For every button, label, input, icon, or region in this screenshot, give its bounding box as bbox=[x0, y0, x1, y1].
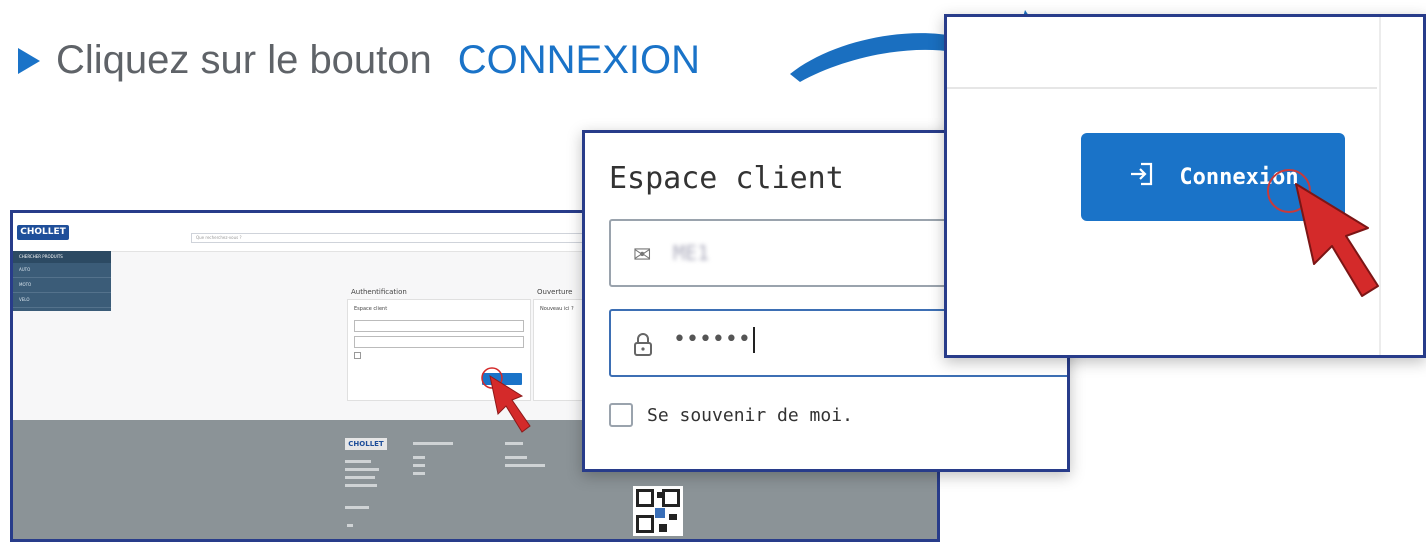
footer-logo: CHOLLET bbox=[345, 438, 387, 450]
footer-line bbox=[413, 442, 453, 445]
footer-line bbox=[413, 464, 425, 467]
footer-line bbox=[413, 472, 425, 475]
open-card-question: Nouveau ici ? bbox=[540, 306, 574, 312]
email-value: ME1 bbox=[673, 241, 710, 265]
footer-line bbox=[505, 464, 545, 467]
red-cursor-icon bbox=[1295, 183, 1379, 297]
login-title: Espace client bbox=[609, 161, 844, 196]
sidebar-item-auto[interactable]: AUTO bbox=[13, 263, 111, 278]
qr-code[interactable] bbox=[633, 486, 683, 536]
site-remember-checkbox[interactable] bbox=[354, 352, 361, 359]
site-sidebar: CHERCHER PRODUITS AUTO MOTO VELO bbox=[13, 251, 111, 311]
password-dots: •••••• bbox=[673, 327, 755, 353]
sidebar-item-velo[interactable]: VELO bbox=[13, 293, 111, 308]
sidebar-item-moto[interactable]: MOTO bbox=[13, 278, 111, 293]
login-arrow-icon bbox=[1127, 159, 1157, 196]
remember-me-row[interactable]: Se souvenir de moi. bbox=[609, 403, 853, 427]
red-cursor-icon bbox=[481, 367, 531, 433]
footer-social-icon[interactable] bbox=[347, 524, 353, 527]
panel-divider bbox=[947, 87, 1377, 89]
footer-line bbox=[505, 456, 527, 459]
instruction-highlight: CONNEXION bbox=[457, 38, 701, 82]
footer-line bbox=[345, 460, 371, 463]
footer-line bbox=[345, 506, 369, 509]
envelope-icon: ✉ bbox=[633, 243, 652, 268]
footer-line bbox=[413, 456, 425, 459]
lock-icon bbox=[633, 333, 653, 363]
footer-line bbox=[345, 476, 375, 479]
auth-section-title: Authentification bbox=[351, 288, 407, 296]
site-search-input[interactable]: Que recherchez-vous ? bbox=[191, 233, 611, 243]
site-email-field[interactable] bbox=[354, 320, 524, 332]
footer-line bbox=[505, 442, 523, 445]
open-section-title: Ouverture bbox=[537, 288, 573, 296]
remember-me-label: Se souvenir de moi. bbox=[647, 404, 853, 426]
site-logo: CHOLLET bbox=[17, 225, 69, 240]
remember-me-checkbox[interactable] bbox=[609, 403, 633, 427]
text-caret bbox=[752, 327, 755, 353]
footer-line bbox=[345, 468, 379, 471]
site-password-field[interactable] bbox=[354, 336, 524, 348]
instruction-heading: Cliquez sur le bouton CONNEXION bbox=[18, 38, 700, 83]
play-triangle-icon bbox=[18, 47, 40, 74]
footer-line bbox=[345, 484, 377, 487]
sidebar-header: CHERCHER PRODUITS bbox=[13, 251, 111, 263]
instruction-text: Cliquez sur le bouton bbox=[56, 38, 432, 82]
auth-card-label: Espace client bbox=[354, 306, 388, 312]
